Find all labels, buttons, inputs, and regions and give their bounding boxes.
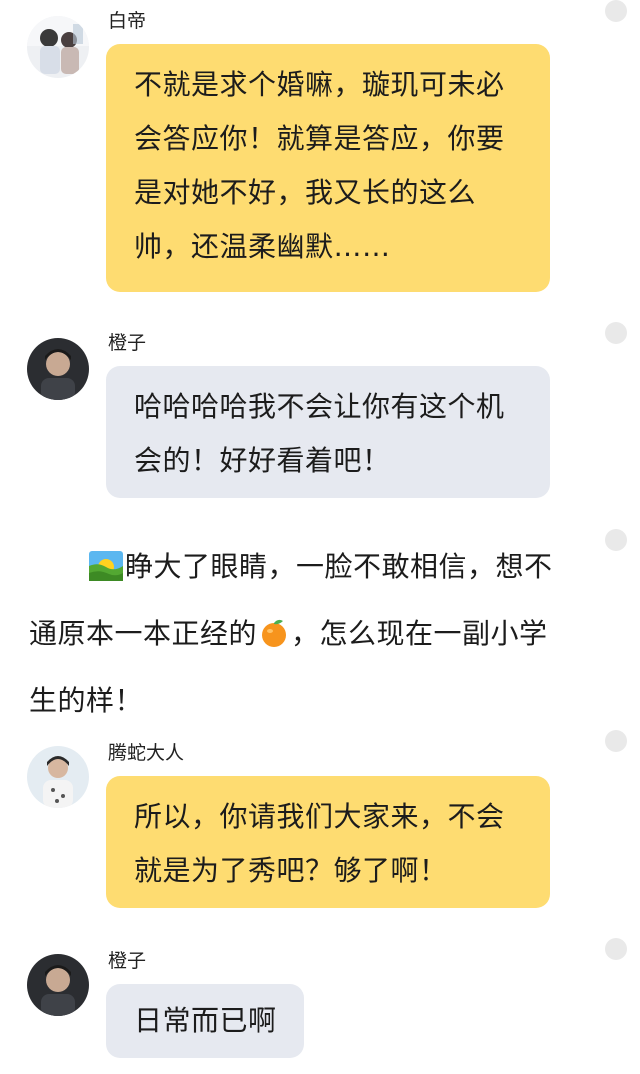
narration-line: 睁大了眼睛，一脸不敢相信，想不	[29, 536, 589, 603]
avatar[interactable]	[27, 16, 89, 78]
avatar-image	[27, 746, 89, 808]
avatar[interactable]	[27, 338, 89, 400]
message-text-line: 所以，你请我们大家来，不会	[134, 800, 505, 833]
narration-text: 通原本一本正经的	[29, 617, 258, 650]
message-text-line: 哈哈哈哈我不会让你有这个机	[134, 390, 505, 423]
narration-line: 通原本一本正经的 ，怎么现在一副小学	[29, 603, 589, 670]
avatar[interactable]	[27, 746, 89, 808]
sunrise-emoji-icon	[89, 541, 123, 603]
message-bubble[interactable]: 哈哈哈哈我不会让你有这个机 会的！好好看着吧！	[106, 366, 550, 498]
status-dot	[605, 529, 627, 551]
sender-name: 橙子	[108, 950, 147, 972]
message-bubble[interactable]: 不就是求个婚嘛，璇玑可未必 会答应你！就算是答应，你要 是对她不好，我又长的这么…	[106, 44, 550, 292]
status-dot	[605, 0, 627, 22]
message-text-line: 会答应你！就算是答应，你要	[134, 122, 505, 155]
orange-emoji-icon	[259, 608, 289, 670]
narration-text: 睁大了眼睛，一脸不敢相信，想不	[125, 550, 553, 583]
sender-name: 白帝	[108, 10, 147, 32]
message-text-line: 帅，还温柔幽默……	[134, 230, 391, 263]
status-dot	[605, 322, 627, 344]
message-text-line: 就是为了秀吧？够了啊！	[134, 854, 448, 887]
sender-name: 腾蛇大人	[108, 742, 185, 764]
message-text-line: 日常而已啊	[134, 1004, 277, 1037]
narration-paragraph: 睁大了眼睛，一脸不敢相信，想不 通原本一本正经的 ，怎么现在一副小学 生的样！	[29, 536, 589, 732]
message-text-line: 不就是求个婚嘛，璇玑可未必	[134, 68, 505, 101]
status-dot	[605, 730, 627, 752]
message-text-line: 会的！好好看着吧！	[134, 444, 391, 477]
avatar[interactable]	[27, 954, 89, 1016]
narration-text: ，怎么现在一副小学	[291, 617, 548, 650]
sender-name: 橙子	[108, 332, 147, 354]
status-dot	[605, 938, 627, 960]
avatar-image	[27, 16, 89, 78]
avatar-image	[27, 954, 89, 1016]
narration-text: 生的样！	[29, 684, 144, 717]
message-bubble[interactable]: 日常而已啊	[106, 984, 304, 1058]
message-bubble[interactable]: 所以，你请我们大家来，不会 就是为了秀吧？够了啊！	[106, 776, 550, 908]
message-text-line: 是对她不好，我又长的这么	[134, 176, 477, 209]
narration-line: 生的样！	[29, 670, 589, 732]
avatar-image	[27, 338, 89, 400]
